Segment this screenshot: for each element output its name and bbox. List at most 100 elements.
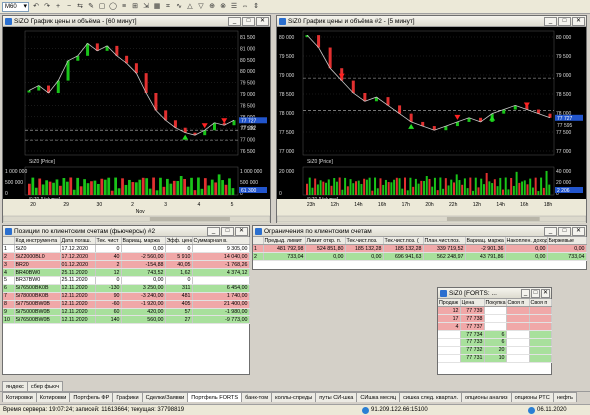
minimize-button[interactable]: _ xyxy=(544,17,557,26)
positions-row[interactable]: 10 Si76500BW0B 12.11.2020 140 560,00 27 -9 773… xyxy=(3,315,250,325)
maximize-button[interactable]: □ xyxy=(221,227,234,236)
horizontal-scrollbar[interactable] xyxy=(277,215,586,223)
limits-col-header[interactable]: План.чист.поз. xyxy=(423,237,466,246)
orderbook-row[interactable]: 77 734 6 xyxy=(438,330,552,339)
positions-row[interactable]: 5 BR37BW0 25.11.2020 0 0,00 0 xyxy=(3,276,250,285)
toolbar-button-13[interactable]: ∿ xyxy=(174,2,184,12)
toolbar-button-14[interactable]: △ xyxy=(185,2,195,12)
orderbook-row[interactable]: 77 733 6 xyxy=(438,338,552,347)
orderbook-row[interactable]: 12 77 739 xyxy=(438,306,552,316)
tab-13[interactable]: нефть xyxy=(552,392,577,402)
toolbar-button-11[interactable]: ▦ xyxy=(152,2,162,12)
interval-select[interactable]: M60 xyxy=(2,1,29,12)
close-button[interactable]: ✕ xyxy=(572,17,585,26)
toolbar-button-2[interactable]: + xyxy=(53,2,63,12)
limits-col-header[interactable]: Биржевые xyxy=(547,237,587,246)
positions-row[interactable]: 6 Si76500BK0B 12.11.2020 -130 3 250,00 311 6 4… xyxy=(3,284,250,293)
toolbar-button-17[interactable]: ⊗ xyxy=(218,2,228,12)
positions-col-header[interactable]: Тек. чист xyxy=(95,237,122,246)
toolbar-button-16[interactable]: ⊕ xyxy=(207,2,217,12)
limits-col-header[interactable] xyxy=(253,237,264,246)
positions-col-header[interactable]: Код инструмента xyxy=(14,237,61,246)
orderbook-titlebar[interactable]: SiZ0 [FORTS: ... _ □ ✕ xyxy=(438,288,551,299)
close-button[interactable]: ✕ xyxy=(541,289,550,298)
orderbook-col-header[interactable]: Своя п xyxy=(529,299,552,308)
tab-top-0[interactable]: яндекс xyxy=(2,381,28,391)
toolbar-button-6[interactable]: ▢ xyxy=(97,2,107,12)
chart1-titlebar[interactable]: SiZO График цены и объёма - [60 минут] _… xyxy=(3,16,270,27)
toolbar-button-18[interactable]: ☰ xyxy=(229,2,239,12)
close-button[interactable]: ✕ xyxy=(256,17,269,26)
positions-row[interactable]: 1 SiZ0 17.12.2020 0 0,00 0 9 305,00 xyxy=(3,244,250,254)
maximize-button[interactable]: □ xyxy=(242,17,255,26)
toolbar-button-4[interactable]: ⇆ xyxy=(75,2,85,12)
toolbar-button-7[interactable]: ◯ xyxy=(108,2,118,12)
tab-12[interactable]: опционы РТС xyxy=(510,392,554,402)
toolbar-button-3[interactable]: − xyxy=(64,2,74,12)
toolbar-button-10[interactable]: ⇲ xyxy=(141,2,151,12)
tab-3[interactable]: Графики xyxy=(112,392,143,402)
orderbook-row[interactable]: 77 732 20 xyxy=(438,346,552,355)
toolbar-button-5[interactable]: ✎ xyxy=(86,2,96,12)
maximize-button[interactable]: □ xyxy=(558,227,571,236)
positions-row[interactable]: 8 Si77500BW0B 12.11.2020 -60 -1 920,00 405 21 … xyxy=(3,300,250,309)
minimize-button[interactable]: _ xyxy=(521,289,530,298)
tab-0[interactable]: Котировки xyxy=(2,392,37,402)
limits-row[interactable]: 2 733,04 0,00 0,00 696 941,63 562 248,97 43 79… xyxy=(253,252,587,262)
positions-row[interactable]: 7 Si78000BK0B 12.11.2020 90 -3 240,00 481 1 74… xyxy=(3,292,250,301)
positions-row[interactable]: 9 Si75000BW0B 12.11.2020 60 420,00 57 -1 980,0… xyxy=(3,308,250,317)
orderbook-col-header[interactable]: Продаж xyxy=(438,299,461,308)
close-button[interactable]: ✕ xyxy=(572,227,585,236)
positions-row[interactable]: 2 SiZ2000BL0 17.12.2020 40 -2 560,00 5 910 14 … xyxy=(3,252,250,262)
toolbar-button-0[interactable]: ↶ xyxy=(31,2,41,12)
positions-col-header[interactable]: Суммарная в. xyxy=(192,237,250,246)
limits-titlebar[interactable]: Ограничения по клиентским счетам _ □ ✕ xyxy=(253,226,586,237)
tab-1[interactable]: Котировки xyxy=(35,392,71,402)
toolbar-button-20[interactable]: ⇕ xyxy=(251,2,261,12)
orderbook-col-header[interactable]: Цена xyxy=(460,299,485,308)
toolbar-button-19[interactable]: ⇔ xyxy=(240,2,250,12)
minimize-button[interactable]: _ xyxy=(207,227,220,236)
toolbar-button-9[interactable]: ⊞ xyxy=(130,2,140,12)
tab-8[interactable]: путы СИ-шка xyxy=(315,392,358,402)
tab-5[interactable]: Портфель FORTS xyxy=(187,392,243,402)
limits-col-header[interactable]: Тек.чист.поз. ( xyxy=(383,237,424,246)
limits-row[interactable]: 1 481 792,98 524 851,80 185 132,28 185 132,2… xyxy=(253,244,587,254)
orderbook-col-header[interactable]: Своя п xyxy=(506,299,530,308)
tab-2[interactable]: Портфель ФР xyxy=(69,392,114,402)
toolbar-button-12[interactable]: ⌗ xyxy=(163,2,173,12)
toolbar-button-15[interactable]: ▽ xyxy=(196,2,206,12)
chart2-canvas[interactable]: 80 000 80 000 79 500 79 500 79 000 79 000 78 5… xyxy=(277,27,586,223)
limits-col-header[interactable]: Предыд. лимит xyxy=(263,237,306,246)
chart1-canvas[interactable]: 81 500 81 000 80 500 80 000 79 500 79 000 78 5… xyxy=(3,27,270,223)
positions-col-header[interactable]: Эфф. цена xyxy=(165,237,193,246)
limits-col-header[interactable]: Накоплен. доход xyxy=(505,237,548,246)
orderbook-col-header[interactable]: Покупка xyxy=(484,299,507,308)
positions-titlebar[interactable]: Позиции по клиентским счетам (фьючерсы) … xyxy=(3,226,249,237)
tab-7[interactable]: коллы-спреды xyxy=(271,392,317,402)
orderbook-row[interactable]: 4 77 737 xyxy=(438,322,552,332)
orderbook-row[interactable]: 77 731 10 xyxy=(438,354,552,363)
minimize-button[interactable]: _ xyxy=(544,227,557,236)
positions-col-header[interactable] xyxy=(3,237,15,246)
positions-row[interactable]: 3 BR20 01.12.2020 2 -154,88 40,05 -1 768,26 xyxy=(3,260,250,270)
scrollbar-thumb[interactable] xyxy=(149,217,230,221)
maximize-button[interactable]: □ xyxy=(531,289,540,298)
minimize-button[interactable]: _ xyxy=(228,17,241,26)
tab-top-1[interactable]: сбер фьюч xyxy=(26,381,64,391)
chart2-titlebar[interactable]: SiZ0 График цены и объёма #2 - [5 минут]… xyxy=(277,16,586,27)
positions-col-header[interactable]: Дата погаш. xyxy=(60,237,96,246)
tab-4[interactable]: Сделки/Заявки xyxy=(141,392,189,402)
limits-col-header[interactable]: Вариац. маржа xyxy=(465,237,506,246)
positions-col-header[interactable]: Вариац. маржа xyxy=(121,237,166,246)
tab-10[interactable]: сишка след. квартал. xyxy=(399,392,463,402)
scrollbar-thumb[interactable] xyxy=(446,217,540,221)
toolbar-button-1[interactable]: ↷ xyxy=(42,2,52,12)
tab-6[interactable]: банк-том xyxy=(241,392,273,402)
toolbar-button-8[interactable]: ≡ xyxy=(119,2,129,12)
tab-11[interactable]: опционы анализ xyxy=(461,392,512,402)
positions-row[interactable]: 4 BR40BW0 25.11.2020 12 743,52 1,62 4 374,12 xyxy=(3,268,250,277)
tab-9[interactable]: СИшка месяц xyxy=(356,392,401,402)
close-button[interactable]: ✕ xyxy=(235,227,248,236)
limits-col-header[interactable]: Лимит откр. п. xyxy=(305,237,346,246)
